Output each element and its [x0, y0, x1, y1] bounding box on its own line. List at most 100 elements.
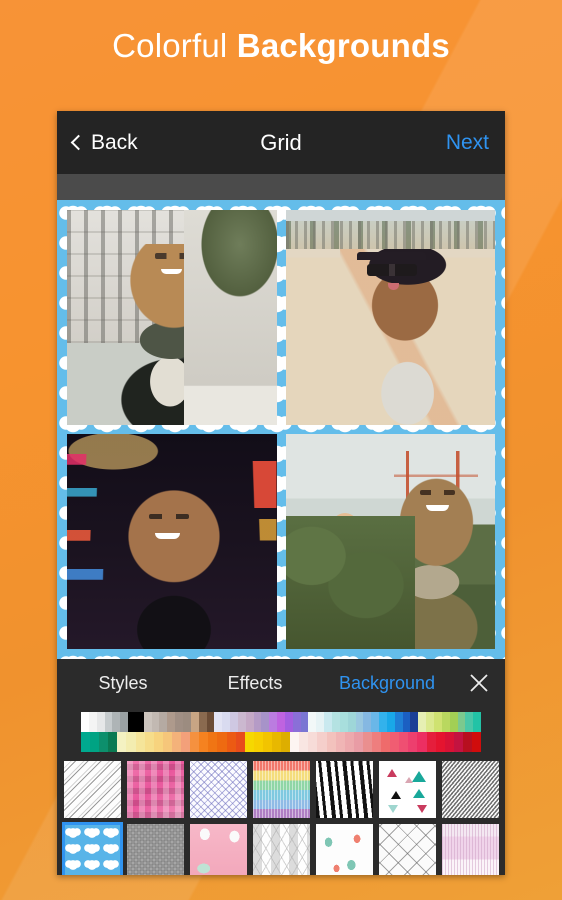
pattern-purple-geometric[interactable]: [189, 761, 247, 818]
color-swatch[interactable]: [126, 732, 136, 752]
color-swatch[interactable]: [81, 732, 91, 752]
color-swatch[interactable]: [435, 732, 445, 752]
color-swatch[interactable]: [390, 732, 400, 752]
color-swatch[interactable]: [199, 732, 209, 752]
color-swatch[interactable]: [418, 712, 427, 732]
photo-beach-selfie[interactable]: [285, 210, 495, 425]
color-swatch[interactable]: [308, 712, 317, 732]
pattern-blue-clouds[interactable]: [61, 822, 123, 875]
color-swatch[interactable]: [99, 732, 109, 752]
color-swatch[interactable]: [135, 732, 145, 752]
tab-background[interactable]: Background: [321, 673, 453, 694]
pattern-pink-bunny[interactable]: [189, 824, 247, 875]
color-swatch[interactable]: [261, 712, 270, 732]
color-swatch[interactable]: [332, 712, 340, 732]
color-swatch[interactable]: [175, 712, 183, 732]
color-swatch[interactable]: [394, 712, 403, 732]
color-swatch[interactable]: [269, 712, 278, 732]
color-swatch[interactable]: [465, 712, 474, 732]
photo-collage-grid[interactable]: [57, 200, 505, 659]
color-swatch[interactable]: [410, 712, 419, 732]
color-swatch[interactable]: [144, 732, 154, 752]
color-swatch[interactable]: [353, 732, 363, 752]
color-swatch[interactable]: [473, 712, 482, 732]
pattern-pink-drip[interactable]: [441, 824, 499, 875]
color-swatch[interactable]: [386, 712, 395, 732]
color-swatch[interactable]: [237, 712, 246, 732]
color-swatch[interactable]: [253, 732, 263, 752]
color-swatch[interactable]: [433, 712, 442, 732]
color-swatch[interactable]: [167, 712, 176, 732]
color-swatch[interactable]: [159, 712, 168, 732]
color-swatch[interactable]: [417, 732, 427, 752]
color-swatch[interactable]: [399, 732, 409, 752]
color-swatch[interactable]: [81, 712, 89, 732]
color-swatch[interactable]: [408, 732, 418, 752]
pattern-zebra[interactable]: [315, 761, 373, 818]
color-swatch[interactable]: [300, 712, 309, 732]
photo-night-city-selfie[interactable]: [67, 434, 277, 649]
pattern-diamond-grid[interactable]: [378, 824, 436, 875]
color-swatch[interactable]: [120, 712, 129, 732]
color-swatch[interactable]: [363, 712, 372, 732]
color-swatch[interactable]: [162, 732, 172, 752]
pattern-hot-air-balloons[interactable]: [315, 824, 373, 875]
pattern-rainbow-stripes[interactable]: [252, 761, 310, 818]
color-swatch[interactable]: [214, 712, 223, 732]
color-swatch[interactable]: [379, 712, 387, 732]
color-swatch[interactable]: [281, 732, 291, 752]
color-swatch[interactable]: [277, 712, 285, 732]
pattern-pink-check[interactable]: [126, 761, 184, 818]
color-swatch[interactable]: [208, 732, 218, 752]
color-swatch[interactable]: [153, 732, 163, 752]
color-swatch[interactable]: [457, 712, 466, 732]
color-swatch[interactable]: [230, 712, 238, 732]
color-swatch[interactable]: [190, 712, 199, 732]
color-swatch[interactable]: [198, 712, 207, 732]
color-swatch[interactable]: [151, 712, 160, 732]
pattern-white-triangles-3d[interactable]: [252, 824, 310, 875]
color-swatch[interactable]: [117, 732, 127, 752]
photo-golden-gate-selfie[interactable]: [285, 434, 495, 649]
color-swatch[interactable]: [271, 732, 282, 752]
color-swatch[interactable]: [362, 732, 372, 752]
pattern-triangles[interactable]: [378, 761, 436, 818]
color-swatch[interactable]: [347, 712, 356, 732]
next-button[interactable]: Next: [446, 131, 489, 155]
color-swatch[interactable]: [462, 732, 473, 752]
color-swatch[interactable]: [344, 732, 354, 752]
color-swatch[interactable]: [441, 712, 450, 732]
color-swatch[interactable]: [371, 712, 380, 732]
color-swatch[interactable]: [326, 732, 336, 752]
color-swatch[interactable]: [444, 732, 454, 752]
color-swatch-row-bottom[interactable]: [81, 732, 482, 752]
color-swatch[interactable]: [171, 732, 182, 752]
color-swatch[interactable]: [324, 712, 332, 732]
color-swatch[interactable]: [284, 712, 293, 732]
color-swatch[interactable]: [372, 732, 382, 752]
color-swatch[interactable]: [317, 732, 327, 752]
color-swatch[interactable]: [381, 732, 391, 752]
color-swatch[interactable]: [96, 712, 105, 732]
color-swatch[interactable]: [235, 732, 245, 752]
color-swatch[interactable]: [217, 732, 227, 752]
color-swatch[interactable]: [128, 712, 136, 732]
color-swatch[interactable]: [299, 732, 309, 752]
color-swatch[interactable]: [453, 732, 463, 752]
color-swatch[interactable]: [90, 732, 100, 752]
color-swatch[interactable]: [426, 732, 436, 752]
color-swatch[interactable]: [222, 712, 231, 732]
pattern-gray-scallop[interactable]: [126, 824, 184, 875]
color-swatch[interactable]: [190, 732, 200, 752]
color-swatch[interactable]: [181, 732, 191, 752]
color-swatch[interactable]: [472, 732, 482, 752]
pattern-white-diagonal-dots[interactable]: [63, 761, 121, 818]
color-swatch[interactable]: [245, 712, 254, 732]
color-swatch[interactable]: [226, 732, 236, 752]
color-swatch[interactable]: [355, 712, 364, 732]
color-swatch[interactable]: [143, 712, 152, 732]
color-swatch[interactable]: [206, 712, 215, 732]
color-swatch[interactable]: [292, 712, 301, 732]
color-swatch[interactable]: [135, 712, 144, 732]
color-swatch[interactable]: [290, 732, 300, 752]
